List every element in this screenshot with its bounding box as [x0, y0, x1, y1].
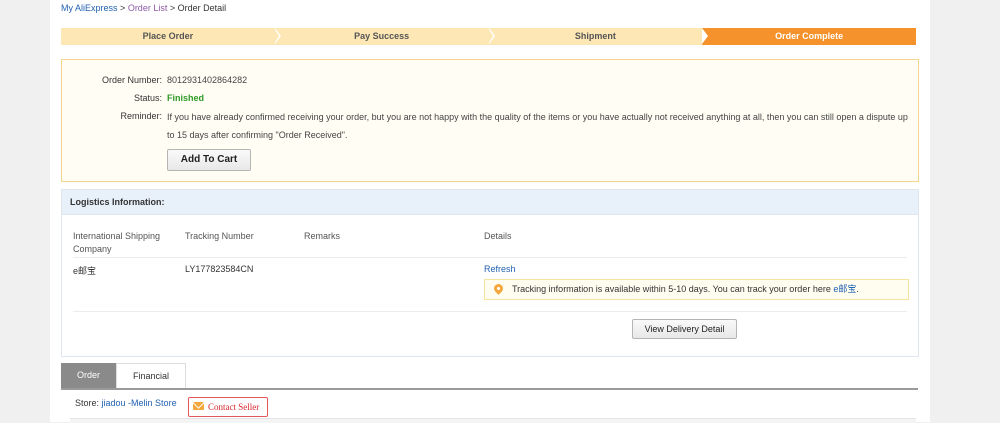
step-pay-success: Pay Success — [274, 28, 495, 45]
step-chevron — [702, 28, 709, 44]
contact-seller-button[interactable]: Contact Seller — [188, 397, 268, 417]
breadcrumb-current: Order Detail — [177, 3, 227, 13]
refresh-link[interactable]: Refresh — [484, 264, 516, 274]
tracking-notice: Tracking information is available within… — [484, 279, 909, 300]
step-label: Order Complete — [775, 31, 844, 41]
logistics-title: Logistics Information: — [62, 190, 918, 215]
order-items-header — [70, 418, 916, 423]
tracking-notice-message: Tracking information is available within… — [512, 284, 831, 294]
reminder-label: Reminder: — [120, 111, 162, 121]
breadcrumb-order-list[interactable]: Order List — [128, 3, 168, 13]
order-tabs: Order Financial — [61, 363, 918, 390]
breadcrumb: My AliExpress > Order List > Order Detai… — [61, 3, 226, 13]
step-label: Place Order — [142, 31, 194, 41]
tab-financial[interactable]: Financial — [116, 363, 186, 388]
store-label: Store: — [75, 398, 100, 408]
store-name-link[interactable]: jiadou -Melin Store — [102, 398, 177, 408]
column-header-shipping-company: International Shipping Company — [73, 231, 161, 254]
step-chevron-fill — [273, 28, 279, 44]
step-shipment: Shipment — [488, 28, 709, 45]
location-pin-icon — [492, 282, 505, 295]
tracking-number-cell: LY177823584CN — [185, 264, 254, 274]
envelope-icon — [193, 402, 204, 410]
breadcrumb-my-aliexpress[interactable]: My AliExpress — [61, 3, 118, 13]
step-label: Shipment — [574, 31, 616, 41]
order-detail-page: My AliExpress > Order List > Order Detai… — [50, 0, 930, 423]
column-header-details: Details — [484, 231, 512, 241]
order-progress-steps: Place Order Pay Success Shipment Order C… — [61, 28, 916, 45]
reminder-text: If you have already confirmed receiving … — [167, 112, 908, 140]
status-label: Status: — [133, 93, 162, 103]
logistics-panel: Logistics Information: International Shi… — [61, 189, 919, 357]
store-line: Store: jiadou -Melin Store — [75, 398, 177, 408]
tab-order[interactable]: Order — [61, 363, 116, 388]
table-divider — [73, 311, 907, 312]
step-order-complete: Order Complete — [702, 28, 916, 45]
status-value: Finished — [167, 93, 205, 103]
order-number-value: 8012931402864282 — [167, 75, 248, 85]
shipping-company-cell: e邮宝 — [73, 266, 97, 276]
breadcrumb-separator: > — [169, 3, 176, 13]
order-summary-panel: Order Number: 8012931402864282 Status: F… — [61, 59, 919, 182]
step-place-order: Place Order — [61, 28, 281, 45]
breadcrumb-separator: > — [120, 3, 126, 13]
column-header-remarks: Remarks — [304, 231, 341, 241]
tracking-notice-text: Tracking information is available within… — [512, 280, 859, 299]
table-divider — [73, 257, 907, 258]
tracking-notice-period: . — [856, 284, 859, 294]
view-delivery-detail-button[interactable]: View Delivery Detail — [632, 319, 737, 339]
step-chevron-fill — [487, 28, 493, 44]
column-header-tracking-number: Tracking Number — [185, 231, 254, 241]
contact-seller-label: Contact Seller — [208, 402, 260, 412]
step-label: Pay Success — [354, 31, 410, 41]
track-carrier-link[interactable]: e邮宝 — [833, 284, 856, 294]
add-to-cart-button[interactable]: Add To Cart — [167, 149, 251, 171]
order-number-label: Order Number: — [101, 75, 162, 85]
